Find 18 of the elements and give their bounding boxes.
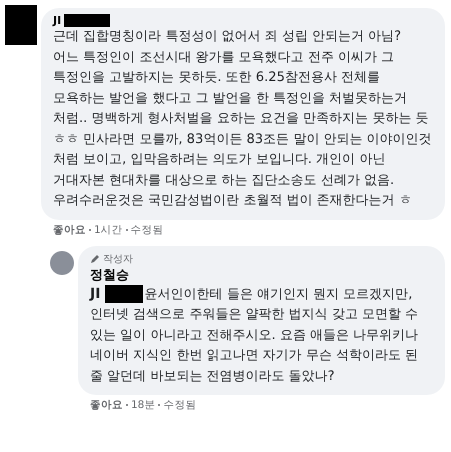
avatar[interactable] [50, 250, 74, 274]
timestamp[interactable]: 18분 [131, 398, 156, 412]
pen-icon [90, 254, 100, 264]
comment-text: JI 윤서인이한테 들은 얘기인지 뭔지 모르겠지만, 인터넷 검색으로 주워들은 얄팍한 법지식 갖고 모면할 수 있는 일이 아니라고 전해주시오. 요즘 애들은 나무위키나 네이버 지식인 한번 읽고나면 자기가 무슨 석학이라도 된 줄 알던데 바보되는 전염병이라도 돌았나? [90, 284, 420, 386]
redaction-bar [5, 5, 37, 45]
author-name[interactable]: 정철승 [90, 266, 129, 284]
edited-label: 수정됨 [163, 398, 196, 412]
separator-dot [158, 404, 160, 406]
author-name[interactable]: JI [53, 14, 62, 27]
like-link[interactable]: 좋아요 [90, 398, 123, 412]
timestamp[interactable]: 1시간 [94, 222, 123, 236]
separator-dot [126, 228, 128, 230]
edited-label: 수정됨 [130, 222, 164, 236]
separator-dot [89, 228, 91, 230]
separator-dot [126, 404, 128, 406]
author-label: 작성자 [103, 252, 133, 266]
like-link[interactable]: 좋아요 [53, 222, 86, 236]
comment-text: 근데 집합명칭이라 특정성이 없어서 죄 성립 안되는거 아님? 어느 특정인이 조선시대 왕가를 모욕했다고 전주 이씨가 그 특정인을 고발하지는 못하듯. 또한 6.25참전용사 전체를 모욕하는 발언을 했다고 그 발언을 한 특정인을 처벌못하는거 처럼.. 명백하게 형사처벌을 요하는 요건을 만족하지는 못하는 듯 ㅎㅎ 민사라면 모를까, 83억이든 83조든 말이 안되는 이야이인것 처럼 보이고, 입막음하려는 의도가 보입니다. 개인이 아닌 거대자본 현대차를 대상으로 하는 집단소송도 선례가 없음. 우려수러운것은 국민감성법이란 초월적 법이 존재한다는거 ㅎ [53, 28, 433, 210]
